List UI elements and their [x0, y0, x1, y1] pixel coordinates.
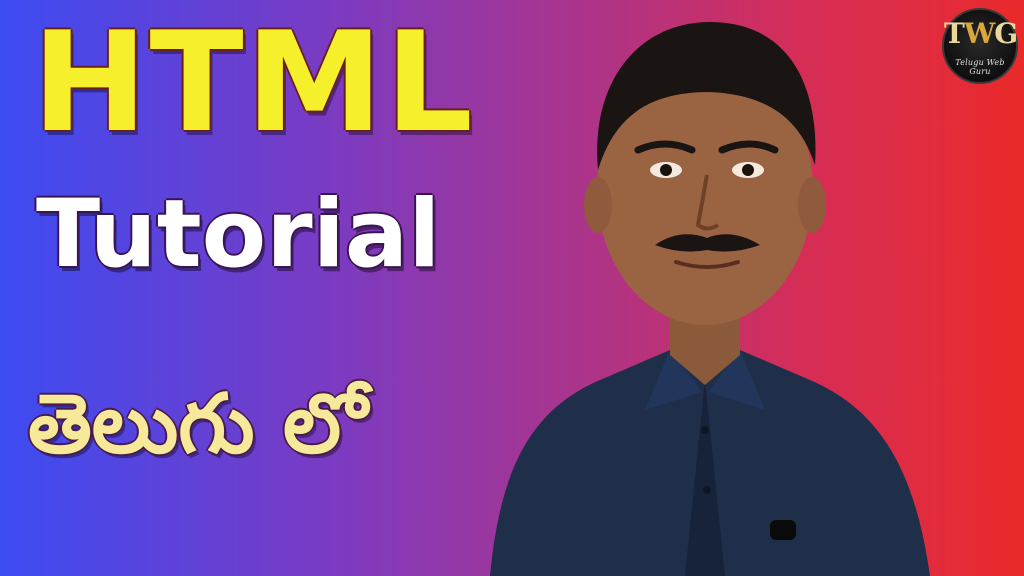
logo-letter-w: W — [963, 17, 995, 50]
pupil-right — [742, 164, 754, 176]
ear-right — [798, 177, 826, 233]
ear-left — [584, 177, 612, 233]
title-html: HTML — [32, 2, 475, 163]
thumbnail-canvas: HTML Tutorial తెలుగు లో TWG Telugu Web G… — [0, 0, 1024, 576]
logo-caption: Telugu Web Guru — [955, 58, 1005, 76]
subtitle-tutorial: Tutorial — [36, 180, 441, 289]
subtitle-telugu: తెలుగు లో — [28, 377, 368, 472]
shirt-button — [701, 426, 709, 434]
shirt-button — [703, 486, 711, 494]
presenter-figure — [490, 22, 930, 576]
lapel-mic — [770, 520, 796, 540]
logo-monogram: TWG — [944, 17, 1018, 50]
pupil-left — [660, 164, 672, 176]
channel-logo: TWG Telugu Web Guru — [942, 8, 1018, 84]
logo-letter-g: G — [994, 17, 1018, 50]
logo-letter-t: T — [944, 17, 965, 50]
